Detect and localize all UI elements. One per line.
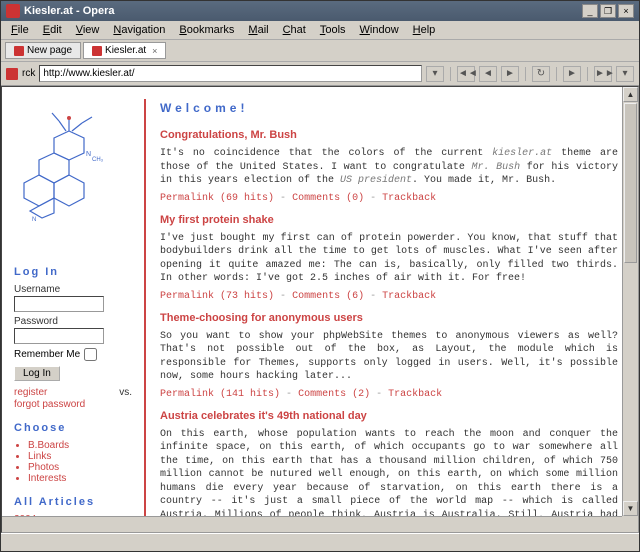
post-meta: Permalink (73 hits) - Comments (6) - Tra… bbox=[160, 291, 618, 302]
post-body: It's no coincidence that the colors of t… bbox=[160, 147, 618, 188]
post-title: Congratulations, Mr. Bush bbox=[160, 129, 618, 141]
choose-bboards[interactable]: B.Boards bbox=[28, 440, 132, 451]
menu-help[interactable]: Help bbox=[407, 23, 442, 37]
permalink-link[interactable]: Permalink (69 hits) bbox=[160, 193, 274, 204]
dropdown-button[interactable]: ▾ bbox=[426, 66, 444, 82]
back-button[interactable]: ◄ bbox=[479, 66, 497, 82]
menu-chat[interactable]: Chat bbox=[277, 23, 312, 37]
main-content: Welcome! Congratulations, Mr. Bush It's … bbox=[150, 99, 630, 520]
fastforward-button[interactable]: ►► bbox=[594, 66, 612, 82]
remember-label: Remember Me bbox=[14, 349, 80, 360]
address-label: rck bbox=[22, 68, 35, 79]
site-icon bbox=[6, 68, 18, 80]
titlebar: Kiesler.at - Opera _ ❐ × bbox=[1, 1, 639, 21]
vs-text: vs. bbox=[119, 387, 132, 398]
post-meta: Permalink (69 hits) - Comments (0) - Tra… bbox=[160, 193, 618, 204]
tab-label: New page bbox=[27, 45, 72, 56]
tab-new-page[interactable]: New page bbox=[5, 42, 81, 59]
remember-checkbox[interactable] bbox=[84, 348, 97, 361]
menubar: File Edit View Navigation Bookmarks Mail… bbox=[1, 21, 639, 40]
tab-close-icon[interactable]: × bbox=[152, 46, 157, 56]
menu-window[interactable]: Window bbox=[354, 23, 405, 37]
menu-view[interactable]: View bbox=[70, 23, 106, 37]
scroll-corner bbox=[622, 516, 638, 532]
forgot-password-link[interactable]: forgot password bbox=[14, 399, 132, 410]
post-title: My first protein shake bbox=[160, 214, 618, 226]
vertical-scrollbar[interactable]: ▲ ▼ bbox=[622, 87, 638, 516]
register-link[interactable]: register bbox=[14, 387, 47, 398]
tab-label: Kiesler.at bbox=[105, 45, 146, 56]
tab-kiesler[interactable]: Kiesler.at × bbox=[83, 42, 166, 59]
menu-file[interactable]: File bbox=[5, 23, 35, 37]
password-label: Password bbox=[14, 316, 132, 327]
scroll-down-icon[interactable]: ▼ bbox=[623, 501, 638, 516]
post-body: So you want to show your phpWebSite them… bbox=[160, 330, 618, 384]
comments-link[interactable]: Comments (2) bbox=[298, 389, 370, 400]
choose-interests[interactable]: Interests bbox=[28, 473, 132, 484]
login-heading: Log In bbox=[14, 266, 132, 278]
divider bbox=[144, 99, 146, 520]
close-button[interactable]: × bbox=[618, 4, 634, 18]
trackback-link[interactable]: Trackback bbox=[382, 291, 436, 302]
username-label: Username bbox=[14, 284, 132, 295]
scroll-thumb[interactable] bbox=[624, 103, 637, 263]
welcome-heading: Welcome! bbox=[160, 101, 618, 115]
permalink-link[interactable]: Permalink (141 hits) bbox=[160, 389, 280, 400]
maximize-button[interactable]: ❐ bbox=[600, 4, 616, 18]
rewind-button[interactable]: ◄◄ bbox=[457, 66, 475, 82]
page-icon bbox=[14, 46, 24, 56]
menu-bookmarks[interactable]: Bookmarks bbox=[173, 23, 240, 37]
horizontal-scrollbar[interactable] bbox=[2, 516, 622, 532]
molecule-logo: N CH₃ N bbox=[14, 103, 114, 233]
sidebar: N CH₃ N Log In Username Password Remembe… bbox=[10, 99, 140, 520]
login-button[interactable]: Log In bbox=[14, 366, 60, 381]
menu-mail[interactable]: Mail bbox=[242, 23, 274, 37]
menu-navigation[interactable]: Navigation bbox=[107, 23, 171, 37]
browser-window: Kiesler.at - Opera _ ❐ × File Edit View … bbox=[0, 0, 640, 552]
trackback-link[interactable]: Trackback bbox=[388, 389, 442, 400]
choose-links[interactable]: Links bbox=[28, 451, 132, 462]
password-input[interactable] bbox=[14, 328, 104, 344]
content-area: N CH₃ N Log In Username Password Remembe… bbox=[1, 86, 639, 533]
scroll-up-icon[interactable]: ▲ bbox=[623, 87, 638, 102]
choose-heading: Choose bbox=[14, 422, 132, 434]
post-title: Theme-choosing for anonymous users bbox=[160, 312, 618, 324]
forward2-button[interactable]: ► bbox=[563, 66, 581, 82]
svg-text:N: N bbox=[86, 151, 91, 158]
app-icon bbox=[6, 4, 20, 18]
tabbar: New page Kiesler.at × bbox=[1, 40, 639, 62]
window-title: Kiesler.at - Opera bbox=[24, 5, 582, 17]
comments-link[interactable]: Comments (0) bbox=[292, 193, 364, 204]
address-bar: rck ▾ ◄◄ ◄ ► ↻ ► ►► ▾ bbox=[1, 62, 639, 86]
menu-dropdown-button[interactable]: ▾ bbox=[616, 66, 634, 82]
articles-heading: All Articles bbox=[14, 496, 132, 508]
svg-text:CH₃: CH₃ bbox=[92, 157, 104, 163]
username-input[interactable] bbox=[14, 296, 104, 312]
statusbar bbox=[1, 533, 639, 551]
post-meta: Permalink (141 hits) - Comments (2) - Tr… bbox=[160, 389, 618, 400]
menu-tools[interactable]: Tools bbox=[314, 23, 352, 37]
url-input[interactable] bbox=[39, 65, 422, 82]
permalink-link[interactable]: Permalink (73 hits) bbox=[160, 291, 274, 302]
page-icon bbox=[92, 46, 102, 56]
forward-button[interactable]: ► bbox=[501, 66, 519, 82]
minimize-button[interactable]: _ bbox=[582, 4, 598, 18]
comments-link[interactable]: Comments (6) bbox=[292, 291, 364, 302]
post-title: Austria celebrates it's 49th national da… bbox=[160, 410, 618, 422]
svg-text:N: N bbox=[32, 217, 36, 223]
trackback-link[interactable]: Trackback bbox=[382, 193, 436, 204]
menu-edit[interactable]: Edit bbox=[37, 23, 68, 37]
post-body: I've just bought my first can of protein… bbox=[160, 232, 618, 286]
reload-button[interactable]: ↻ bbox=[532, 66, 550, 82]
choose-photos[interactable]: Photos bbox=[28, 462, 132, 473]
